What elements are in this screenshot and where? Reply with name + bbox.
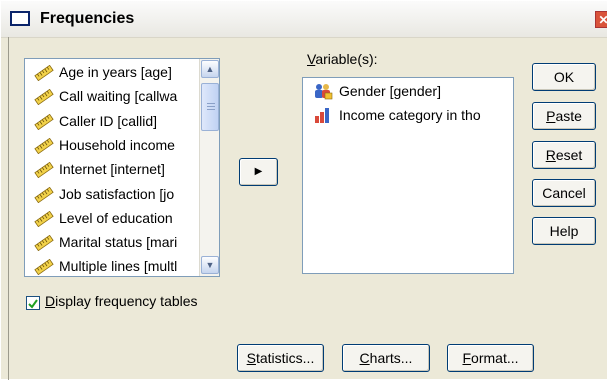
source-variable-label: Multiple lines [multl <box>59 258 178 275</box>
scale-ruler-icon <box>34 210 54 227</box>
scroll-thumb[interactable] <box>201 83 219 131</box>
window-icon <box>10 11 30 26</box>
frequencies-dialog: Frequencies ✕ Age in years [age] Call wai… <box>0 0 607 380</box>
ok-button[interactable]: OK <box>532 63 596 91</box>
scale-ruler-icon <box>34 234 54 252</box>
reset-button[interactable]: Reset <box>532 141 596 169</box>
source-variable-label: Job satisfaction [jo <box>59 185 175 202</box>
charts-button[interactable]: Charts... <box>342 344 430 372</box>
selected-variable-label: Gender [gender] <box>339 83 441 99</box>
selected-variable-item[interactable]: Income category in tho <box>303 103 511 127</box>
scale-ruler-icon <box>34 258 54 276</box>
ordinal-bars-icon <box>313 106 333 124</box>
scale-ruler-icon <box>34 113 54 130</box>
scroll-down-button[interactable]: ▼ <box>201 256 219 274</box>
dialog-title: Frequencies <box>40 10 135 27</box>
source-variable-item[interactable]: Household income <box>25 133 197 157</box>
source-variable-item[interactable]: Internet [internet] <box>25 157 197 181</box>
source-variable-item[interactable]: Call waiting [callwa <box>25 84 197 108</box>
selected-variable-list[interactable]: Gender [gender] Income category in tho <box>302 77 514 274</box>
left-edge-divider <box>8 37 9 380</box>
display-frequency-tables-label[interactable]: Display frequency tables <box>45 293 198 309</box>
source-variable-item[interactable]: Age in years [age] <box>25 60 197 84</box>
cancel-button[interactable]: Cancel <box>532 179 596 207</box>
selected-variable-item[interactable]: Gender [gender] <box>303 79 511 103</box>
close-button[interactable]: ✕ <box>595 11 607 28</box>
source-variable-label: Level of education <box>59 209 173 226</box>
source-variable-item[interactable]: Job satisfaction [jo <box>25 182 197 206</box>
checkmark-icon <box>28 299 38 309</box>
statistics-button[interactable]: Statistics... <box>237 344 324 372</box>
variables-label: Variable(s): <box>307 51 378 67</box>
source-variable-item[interactable]: Marital status [mari <box>25 230 197 254</box>
move-variable-button[interactable]: ▶ <box>239 158 278 186</box>
scale-ruler-icon <box>34 64 54 82</box>
paste-button[interactable]: Paste <box>532 102 596 130</box>
scale-ruler-icon <box>34 88 54 106</box>
source-variable-label: Age in years [age] <box>59 64 172 80</box>
source-list-scrollbar[interactable]: ▲ ▼ <box>199 59 219 276</box>
help-button[interactable]: Help <box>532 217 596 245</box>
selected-variable-label: Income category in tho <box>339 107 481 123</box>
source-variable-list[interactable]: Age in years [age] Call waiting [callwa Ca… <box>24 58 220 277</box>
scroll-up-button[interactable]: ▲ <box>201 60 219 78</box>
source-variable-label: Marital status [mari <box>59 234 178 251</box>
format-button[interactable]: Format... <box>447 344 534 372</box>
source-variable-item[interactable]: Caller ID [callid] <box>25 109 197 133</box>
source-variable-label: Call waiting [callwa <box>59 88 178 105</box>
source-variable-label: Household income <box>59 136 175 153</box>
title-bar[interactable]: Frequencies ✕ <box>1 1 607 38</box>
scale-ruler-icon <box>34 186 54 203</box>
source-variable-label: Internet [internet] <box>59 161 165 178</box>
scale-ruler-icon <box>34 137 54 155</box>
nominal-people-icon <box>313 82 333 100</box>
source-variable-item[interactable]: Level of education <box>25 206 197 230</box>
scale-ruler-icon <box>34 161 54 179</box>
display-frequency-tables-checkbox[interactable] <box>26 296 40 310</box>
source-variable-label: Caller ID [callid] <box>59 112 158 129</box>
source-variable-item[interactable]: Multiple lines [multl <box>25 254 197 276</box>
